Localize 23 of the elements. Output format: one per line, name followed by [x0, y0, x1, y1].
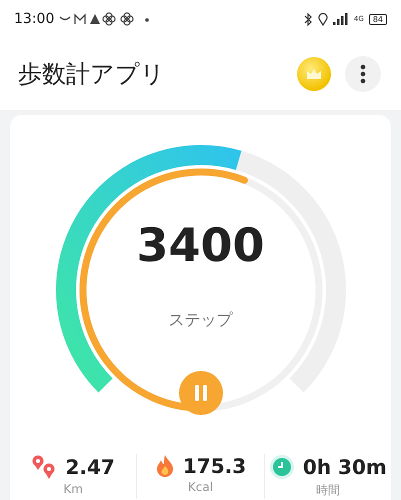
step-count: 3400 [135, 218, 266, 272]
location-pins-icon [31, 454, 58, 480]
flame-icon [154, 454, 175, 478]
step-label: ステップ [168, 310, 234, 331]
stat-value: 0h 30m [302, 455, 387, 479]
crown-icon [306, 68, 322, 80]
stat-unit: Kcal [188, 480, 214, 494]
more-button[interactable] [345, 56, 381, 92]
stat-unit: Km [63, 482, 83, 496]
pause-button[interactable] [178, 371, 222, 415]
crown-button[interactable] [297, 57, 331, 91]
stat-value: 175.3 [182, 454, 246, 478]
pause-icon [194, 385, 208, 401]
bluetooth-icon [304, 12, 313, 26]
stat-value: 2.47 [65, 455, 115, 479]
clock-icon [268, 454, 295, 480]
more-icon [360, 64, 366, 84]
app-title: 歩数計アプリ [18, 59, 166, 90]
stat-unit: 時間 [316, 482, 340, 499]
status-time: 13:00 [14, 11, 54, 27]
signal-icon [332, 13, 349, 25]
battery-level: 84 [368, 14, 387, 24]
location-icon [318, 12, 328, 26]
